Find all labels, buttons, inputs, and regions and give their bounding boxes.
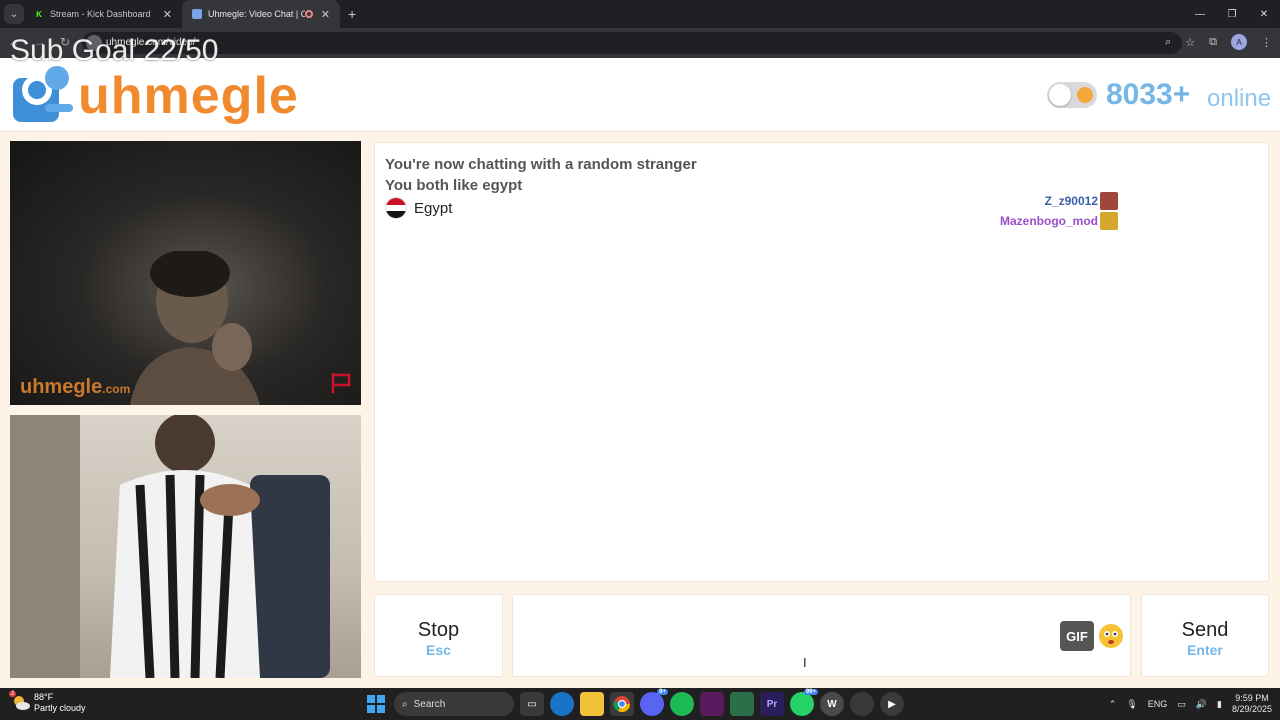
- message-input[interactable]: GIF I: [512, 594, 1131, 677]
- chrome-icon[interactable]: [610, 692, 634, 716]
- uhmegle-favicon-icon: [192, 9, 202, 19]
- close-tab-icon[interactable]: ✕: [321, 8, 330, 21]
- site-header: uhmegle 8033+ online: [0, 58, 1280, 132]
- system-tray: ⌃ 🎙 ENG ▭ 🔊 ▮ 9:59 PM 8/29/2025: [1109, 693, 1272, 715]
- restore-icon[interactable]: ❐: [1216, 0, 1248, 28]
- stranger-video: uhmegle.com: [10, 141, 361, 405]
- partly-cloudy-icon: 2: [9, 691, 30, 712]
- zoom-icon[interactable]: ⌕: [1165, 36, 1171, 49]
- viewer-row: Mazenbogo_mod: [1000, 211, 1118, 231]
- recording-indicator-icon: [304, 10, 313, 18]
- menu-kebab-icon[interactable]: ⋮: [1261, 36, 1272, 49]
- tab-kick-dashboard[interactable]: K Stream - Kick Dashboard ✕: [24, 0, 182, 28]
- system-message: You both like egypt: [385, 177, 523, 194]
- stranger-person-silhouette: [130, 251, 260, 405]
- background-shelf: [10, 415, 80, 678]
- stop-button[interactable]: Stop Esc: [374, 594, 503, 677]
- microphone-icon[interactable]: 🎙: [1126, 699, 1137, 710]
- search-icon: ⌕: [402, 698, 408, 710]
- whatsapp-icon[interactable]: 99+: [790, 689, 818, 716]
- video-watermark: uhmegle.com: [20, 376, 131, 398]
- wordpad-icon[interactable]: W: [820, 692, 844, 716]
- obs-icon[interactable]: [850, 692, 874, 716]
- viewer-row: Z_z90012: [1000, 191, 1118, 211]
- whatsapp-badge: 99+: [803, 689, 818, 695]
- moon-icon: [1077, 87, 1093, 103]
- discord-icon[interactable]: 9+: [640, 689, 668, 716]
- edge-icon[interactable]: [550, 692, 574, 716]
- windows-taskbar: 2 88°F Partly cloudy ⌕ Search ▭ 9+ Pr 99…: [0, 688, 1280, 720]
- weather-widget[interactable]: 2 88°F Partly cloudy: [9, 691, 86, 714]
- volume-icon[interactable]: 🔊: [1196, 699, 1207, 710]
- egypt-flag-icon: [385, 197, 407, 219]
- taskbar-apps: ⌕ Search ▭ 9+ Pr 99+ W ▶: [364, 689, 904, 716]
- search-label: Search: [413, 698, 446, 710]
- profile-avatar[interactable]: A: [1231, 34, 1247, 50]
- media-player-icon[interactable]: ▶: [880, 692, 904, 716]
- battery-icon[interactable]: ▮: [1217, 699, 1222, 710]
- text-cursor-icon: I: [803, 655, 807, 670]
- capcut-icon[interactable]: [700, 692, 724, 716]
- report-flag-icon[interactable]: [329, 371, 353, 395]
- country-info: Egypt: [385, 197, 452, 219]
- tab-title: Uhmegle: Video Chat | Ome: [208, 9, 305, 19]
- online-count: 8033+: [1106, 78, 1191, 111]
- chat-log: You're now chatting with a random strang…: [374, 142, 1269, 582]
- address-bar[interactable]: uhmegle.com/video/: [82, 32, 1182, 54]
- new-tab-button[interactable]: +: [348, 6, 356, 22]
- file-explorer-icon[interactable]: [580, 692, 604, 716]
- theme-toggle[interactable]: [1047, 82, 1097, 108]
- spotify-icon[interactable]: [670, 692, 694, 716]
- logo-text[interactable]: uhmegle: [78, 68, 299, 124]
- emoji-icon[interactable]: [1098, 623, 1124, 649]
- send-shortcut: Enter: [1187, 642, 1223, 658]
- system-message: You're now chatting with a random strang…: [385, 156, 697, 173]
- self-person-silhouette: [110, 415, 260, 678]
- network-icon[interactable]: ▭: [1177, 699, 1186, 710]
- minecraft-icon[interactable]: [730, 692, 754, 716]
- stream-chat-overlay: Z_z90012 Mazenbogo_mod: [1000, 191, 1118, 231]
- stop-label: Stop: [417, 619, 460, 641]
- bookmark-star-icon[interactable]: ☆: [1185, 36, 1195, 49]
- viewer-avatar: [1100, 192, 1118, 210]
- gif-button[interactable]: GIF: [1060, 621, 1094, 651]
- clock-time: 9:59 PM: [1235, 693, 1269, 703]
- close-tab-icon[interactable]: ✕: [163, 8, 172, 21]
- stream-overlay-sub-goal: Sub Goal 22/50: [10, 34, 219, 67]
- taskbar-search[interactable]: ⌕ Search: [394, 692, 514, 716]
- weather-condition: Partly cloudy: [34, 703, 86, 713]
- tab-title: Stream - Kick Dashboard: [50, 9, 151, 19]
- language-indicator[interactable]: ENG: [1148, 699, 1168, 709]
- discord-badge: 9+: [657, 689, 668, 695]
- extensions-icon[interactable]: ⧉: [1209, 36, 1217, 49]
- viewer-avatar: [1100, 212, 1118, 230]
- country-name: Egypt: [414, 199, 453, 217]
- chevron-up-icon[interactable]: ⌃: [1109, 699, 1117, 710]
- premiere-pro-icon[interactable]: Pr: [760, 692, 784, 716]
- tab-uhmegle[interactable]: Uhmegle: Video Chat | Ome ✕: [182, 0, 340, 28]
- toolbar-actions: ⌕ ☆ ⧉ A ⋮: [1165, 34, 1272, 50]
- minimize-icon[interactable]: —: [1184, 0, 1216, 28]
- send-label: Send: [1181, 619, 1229, 641]
- viewer-name: Mazenbogo_mod: [1000, 214, 1098, 228]
- send-button[interactable]: Send Enter: [1141, 594, 1269, 677]
- browser-tab-bar: ⌄ K Stream - Kick Dashboard ✕ Uhmegle: V…: [0, 0, 1280, 28]
- windows-start-icon[interactable]: [364, 692, 388, 716]
- clock-date: 8/29/2025: [1231, 704, 1272, 714]
- uhmegle-logo-icon[interactable]: [13, 66, 73, 122]
- tab-search-dropdown[interactable]: ⌄: [4, 4, 24, 24]
- clock[interactable]: 9:59 PM 8/29/2025: [1232, 693, 1272, 715]
- window-controls: — ❐ ✕: [1184, 0, 1280, 28]
- stop-shortcut: Esc: [426, 642, 451, 658]
- temperature: 88°F: [34, 692, 54, 702]
- online-label: online: [1207, 85, 1272, 112]
- task-view-icon[interactable]: ▭: [520, 692, 544, 716]
- kick-favicon-icon: K: [34, 9, 44, 19]
- self-video: [10, 415, 361, 678]
- close-window-icon[interactable]: ✕: [1248, 0, 1280, 28]
- toggle-knob: [1049, 84, 1071, 106]
- viewer-name: Z_z90012: [1044, 194, 1098, 208]
